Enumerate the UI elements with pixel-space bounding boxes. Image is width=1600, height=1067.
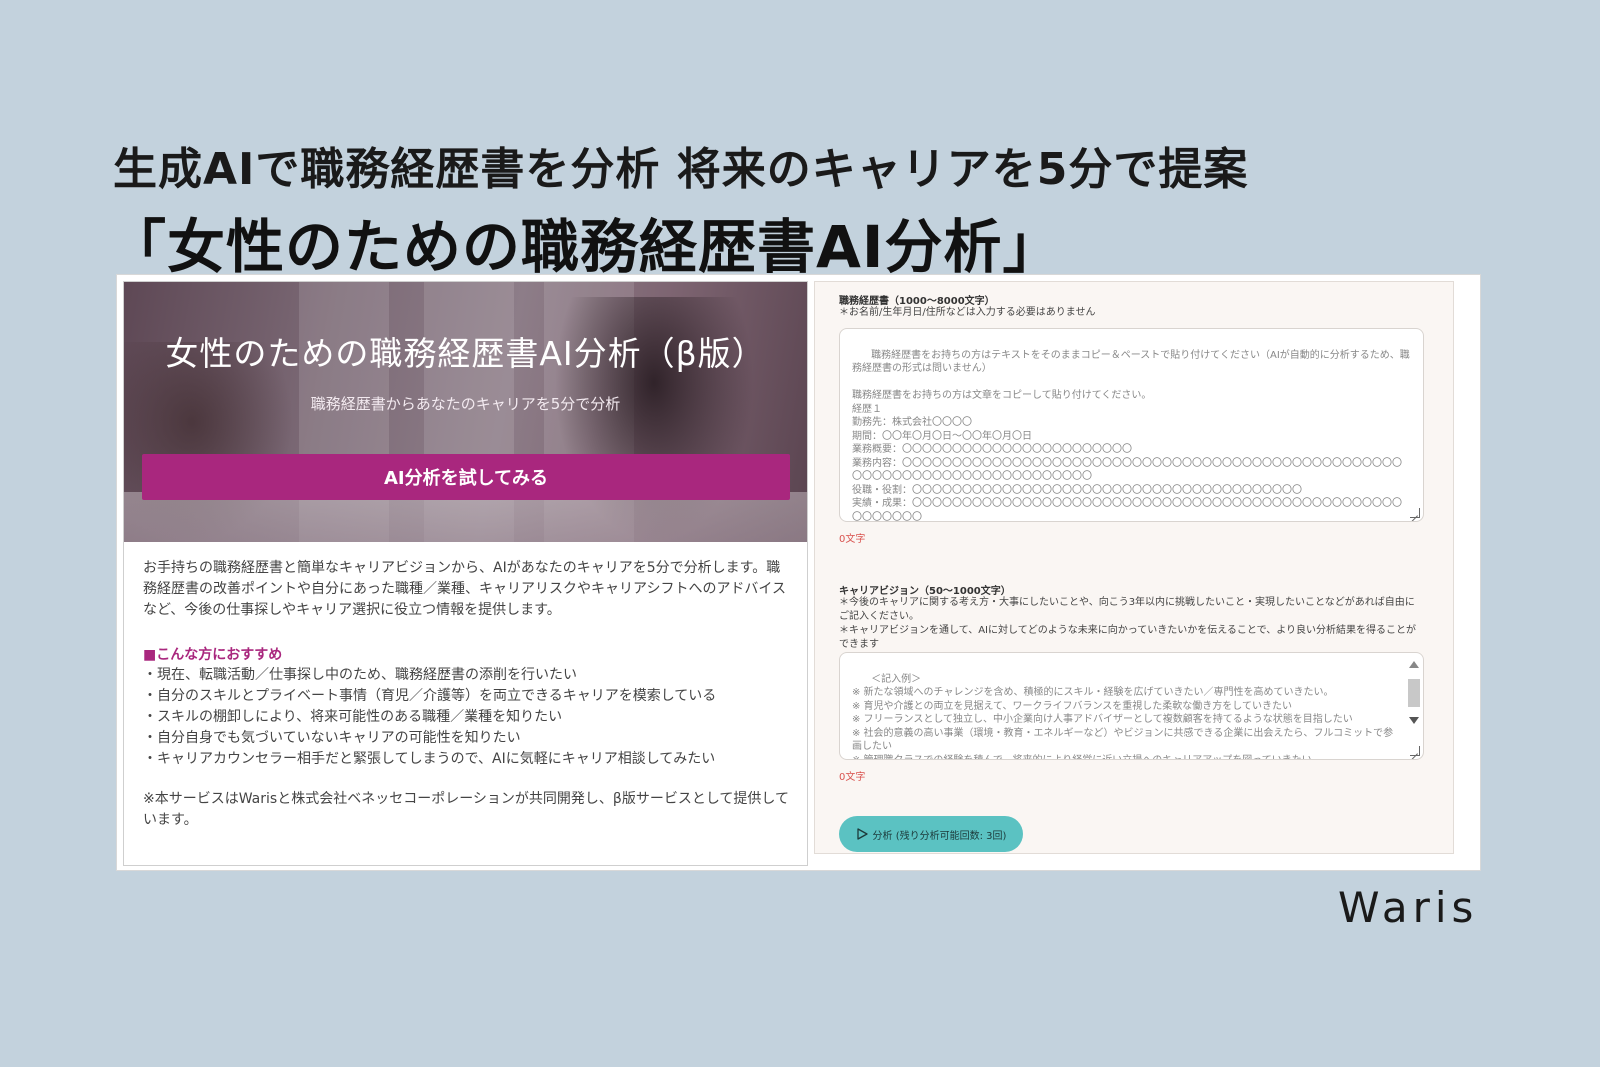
resize-handle-icon[interactable] bbox=[1410, 746, 1420, 756]
vision-textarea[interactable]: ＜記入例＞ ※ 新たな領域へのチャレンジを含め、積極的にスキル・経験を広げていき… bbox=[839, 652, 1424, 760]
resize-handle-icon[interactable] bbox=[1410, 508, 1420, 518]
list-item: ・自分のスキルとプライベート事情（育児／介護等）を両立できるキャリアを模索してい… bbox=[143, 688, 717, 704]
screenshot-frame: 女性のための職務経歴書AI分析（β版） 職務経歴書からあなたのキャリアを5分で分… bbox=[116, 274, 1481, 871]
service-note: ※本サービスはWarisと株式会社ベネッセコーポレーションが共同開発し、β版サー… bbox=[143, 791, 790, 828]
resume-char-count: 0文字 bbox=[839, 534, 866, 545]
vision-label: キャリアビジョン（50〜1000文字） bbox=[839, 586, 1011, 597]
waris-logo: Waris bbox=[1338, 883, 1479, 932]
intro-panel: 女性のための職務経歴書AI分析（β版） 職務経歴書からあなたのキャリアを5分で分… bbox=[123, 281, 808, 866]
vision-note-1: ＊今後のキャリアに関する考え方・大事にしたいことや、向こう3年以内に挑戦したいこ… bbox=[839, 597, 1415, 622]
headline-line1: 生成AIで職務経歴書を分析 将来のキャリアを5分で提案 bbox=[113, 144, 1249, 195]
list-item: ・自分自身でも気づいていないキャリアの可能性を知りたい bbox=[143, 730, 521, 746]
recommend-list: ・現在、転職活動／仕事探し中のため、職務経歴書の添削を行いたい ・自分のスキルと… bbox=[143, 665, 793, 770]
scroll-up-icon[interactable] bbox=[1409, 661, 1419, 668]
analyze-button-label: 分析 (残り分析可能回数: 3回) bbox=[872, 830, 1007, 842]
vision-note-2: ＊キャリアビジョンを通して、AIに対してどのような未来に向かっていきたいかを伝え… bbox=[839, 625, 1416, 650]
scroll-thumb[interactable] bbox=[1408, 679, 1420, 707]
resume-textarea[interactable]: 職務経歴書をお持ちの方はテキストをそのままコピー＆ペーストで貼り付けてください（… bbox=[839, 328, 1424, 522]
vision-placeholder: ＜記入例＞ ※ 新たな領域へのチャレンジを含め、積極的にスキル・経験を広げていき… bbox=[852, 673, 1394, 760]
hero-subtitle: 職務経歴書からあなたのキャリアを5分で分析 bbox=[310, 395, 621, 413]
vision-char-count: 0文字 bbox=[839, 772, 866, 783]
recommend-title: ■こんな方におすすめ bbox=[143, 647, 283, 663]
service-description: お手持ちの職務経歴書と簡単なキャリアビジョンから、AIがあなたのキャリアを5分で… bbox=[143, 560, 787, 618]
analyze-button[interactable]: 分析 (残り分析可能回数: 3回) bbox=[839, 816, 1023, 852]
scroll-down-icon[interactable] bbox=[1409, 717, 1419, 724]
list-item: ・現在、転職活動／仕事探し中のため、職務経歴書の添削を行いたい bbox=[143, 667, 577, 683]
resume-label: 職務経歴書（1000〜8000文字） bbox=[839, 296, 995, 307]
resume-note: ＊お名前/生年月日/住所などは入力する必要はありません bbox=[839, 307, 1096, 318]
vision-scrollbar[interactable] bbox=[1407, 659, 1421, 753]
hero-title: 女性のための職務経歴書AI分析（β版） bbox=[165, 334, 766, 373]
try-ai-analysis-button[interactable]: AI分析を試してみる bbox=[142, 454, 790, 500]
hero-banner: 女性のための職務経歴書AI分析（β版） 職務経歴書からあなたのキャリアを5分で分… bbox=[124, 282, 807, 542]
headline-line2: 「女性のための職務経歴書AI分析」 bbox=[108, 213, 1062, 281]
play-icon bbox=[856, 828, 868, 840]
list-item: ・スキルの棚卸しにより、将来可能性のある職種／業種を知りたい bbox=[143, 709, 563, 725]
input-form-panel: 職務経歴書（1000〜8000文字） ＊お名前/生年月日/住所などは入力する必要… bbox=[814, 281, 1454, 854]
resume-placeholder: 職務経歴書をお持ちの方はテキストをそのままコピー＆ペーストで貼り付けてください（… bbox=[852, 349, 1410, 522]
list-item: ・キャリアカウンセラー相手だと緊張してしまうので、AIに気軽にキャリア相談してみ… bbox=[143, 751, 716, 767]
